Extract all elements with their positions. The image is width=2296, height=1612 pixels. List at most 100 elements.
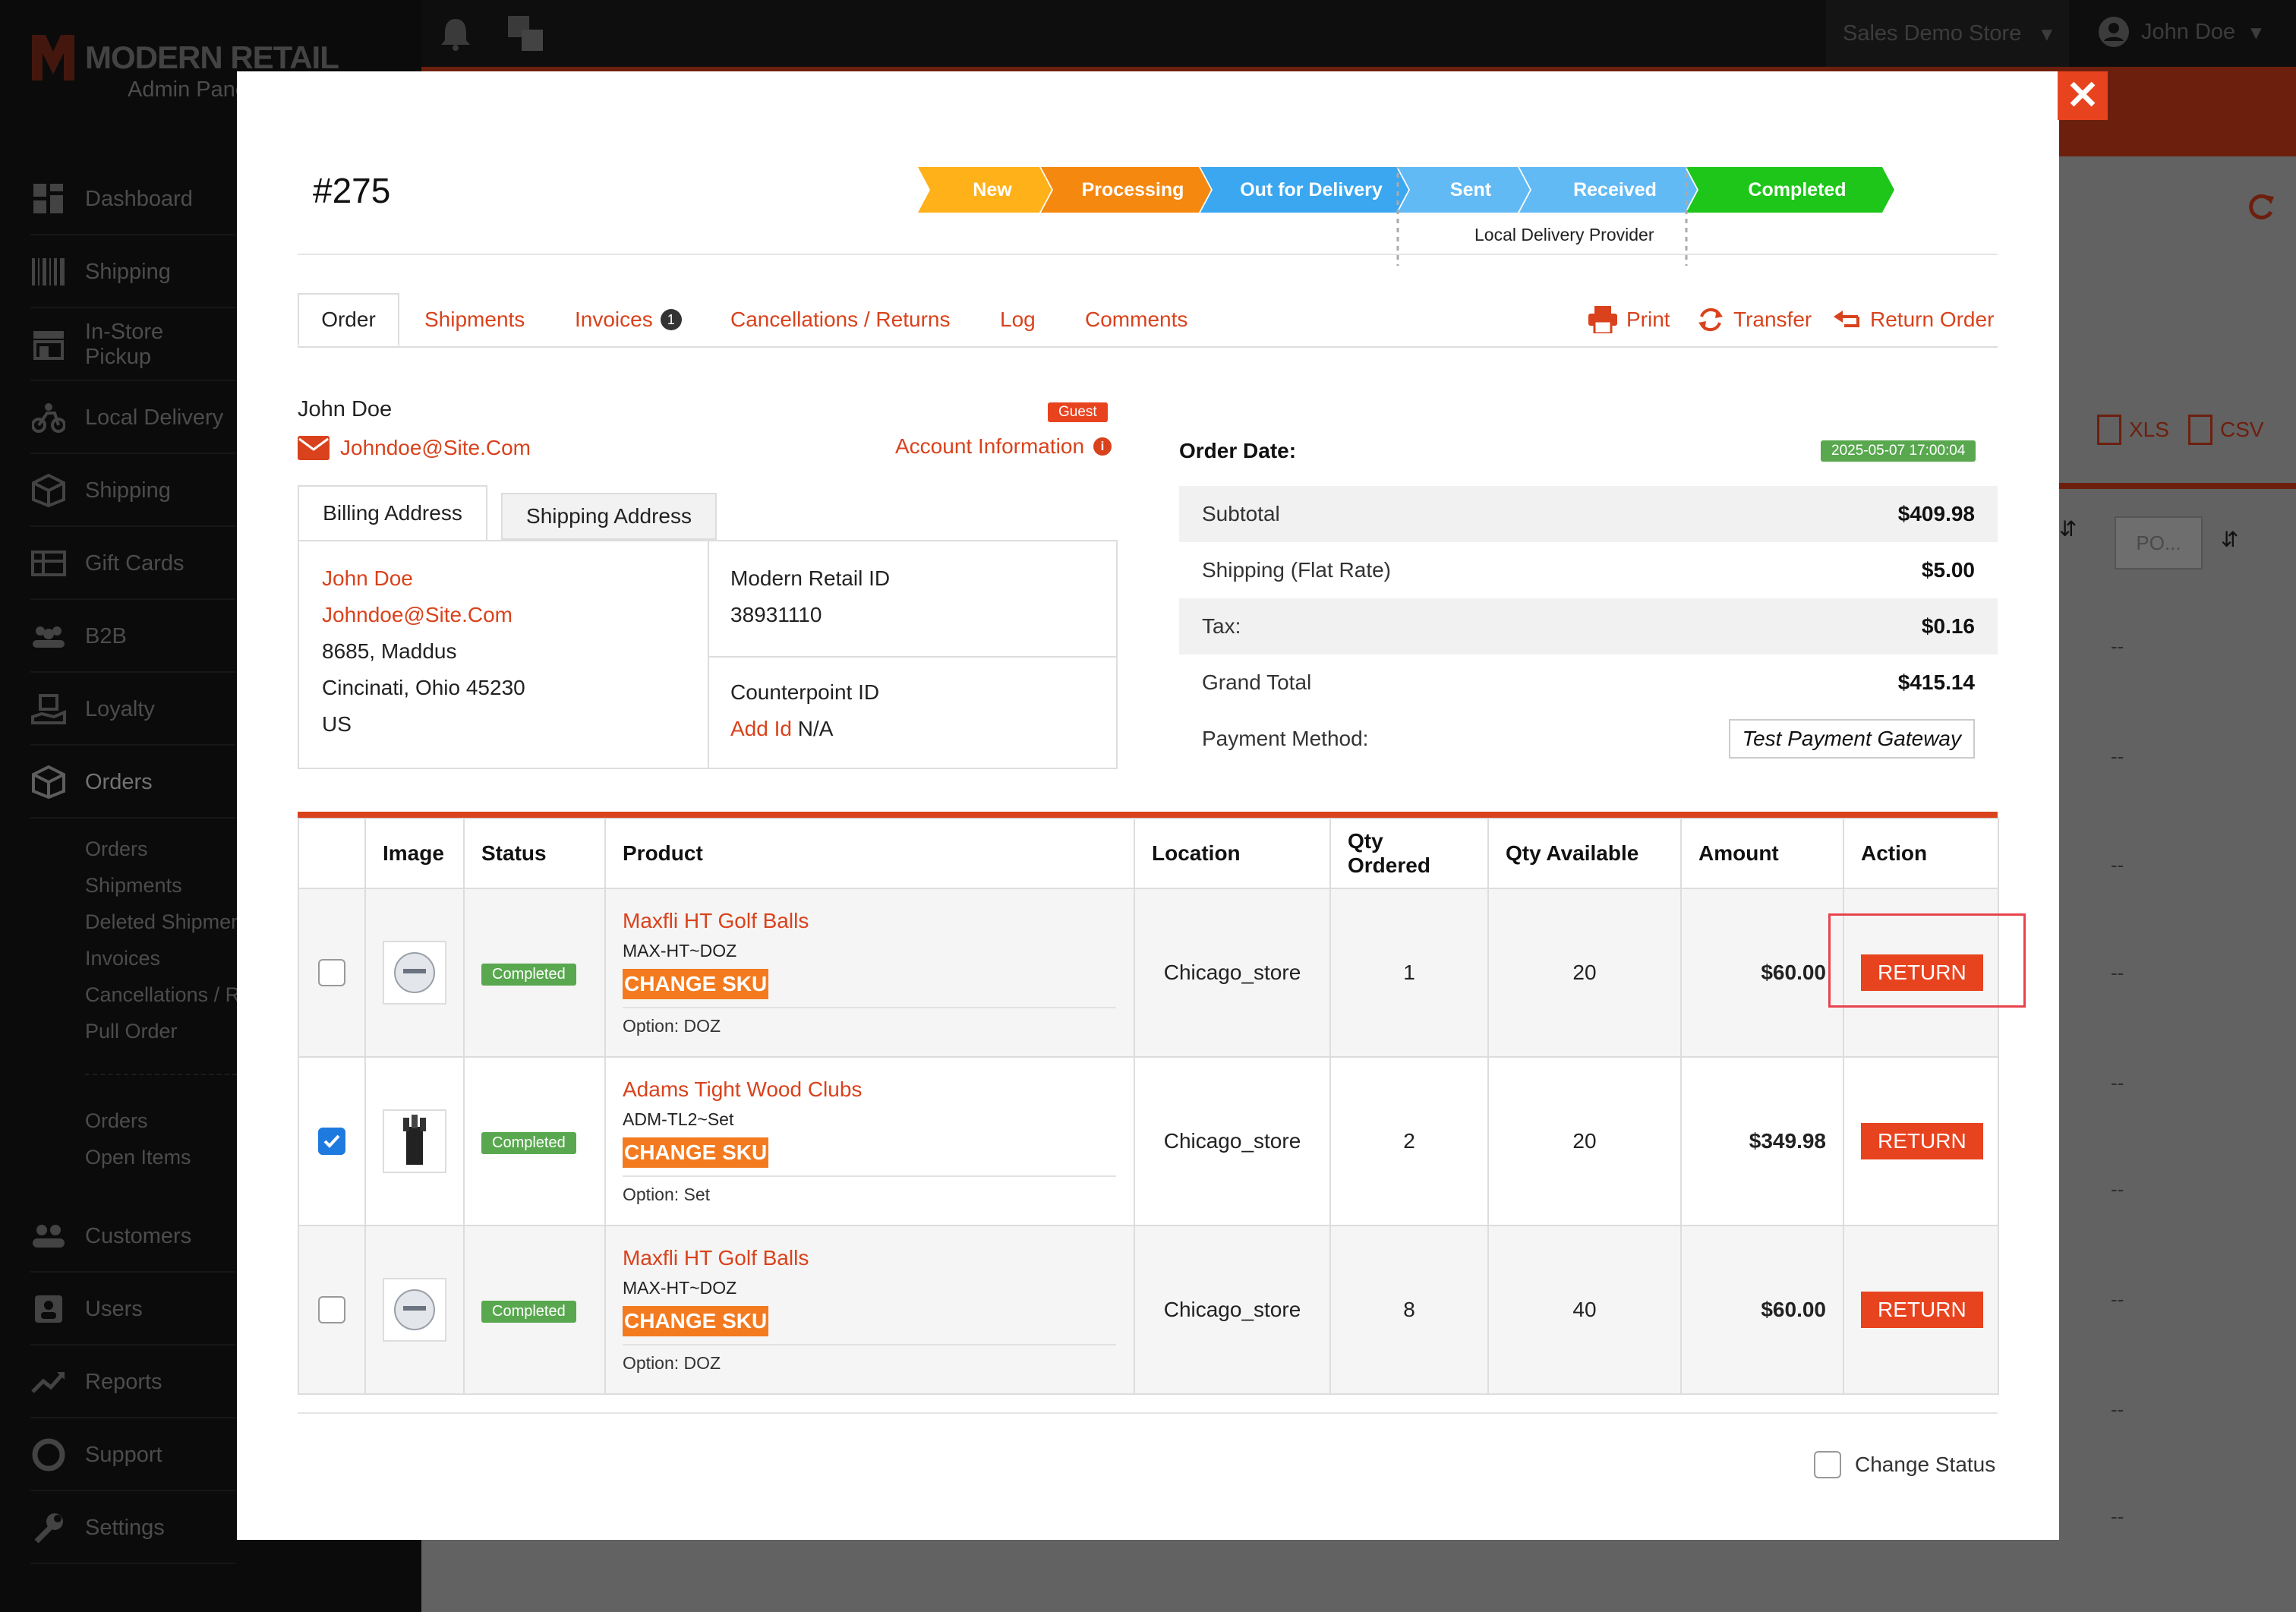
location-cell: Chicago_store	[1134, 1225, 1331, 1395]
return-button[interactable]: RETURN	[1861, 1123, 1983, 1159]
info-icon: i	[1093, 437, 1112, 456]
customer-email-link[interactable]: Johndoe@Site.Com	[298, 436, 531, 460]
product-thumbnail	[383, 1278, 446, 1342]
change-status-label: Change Status	[1855, 1453, 1996, 1476]
change-sku-button[interactable]: CHANGE SKU	[623, 1137, 769, 1168]
product-option: Option: DOZ	[623, 1344, 1116, 1374]
shipping-value: $5.00	[1921, 558, 1975, 582]
select-cell	[298, 888, 366, 1058]
product-option: Option: DOZ	[623, 1007, 1116, 1036]
table-row: Completed Maxfli HT Golf Balls MAX-HT~DO…	[298, 888, 1999, 1058]
header-divider	[298, 254, 1998, 255]
summary-tax-row: Tax: $0.16	[1179, 598, 1998, 655]
location-cell: Chicago_store	[1134, 888, 1331, 1058]
tax-label: Tax:	[1202, 614, 1241, 638]
col-amount: Amount	[1680, 818, 1844, 889]
qty-ordered-cell: 1	[1329, 888, 1489, 1058]
tab-billing-address[interactable]: Billing Address	[298, 485, 487, 540]
product-thumbnail	[383, 941, 446, 1005]
order-modal: #275 New Processing Out for Delivery Sen…	[237, 71, 2059, 1540]
tab-comments[interactable]: Comments	[1085, 293, 1187, 346]
product-sku: MAX-HT~DOZ	[623, 941, 737, 961]
product-name-link[interactable]: Maxfli HT Golf Balls	[623, 1246, 1117, 1270]
add-id-link[interactable]: Add Id	[730, 717, 792, 740]
status-cell: Completed	[463, 888, 606, 1058]
col-select	[298, 818, 366, 889]
transfer-label: Transfer	[1733, 308, 1812, 331]
summary-payment-row: Payment Method: Test Payment Gateway	[1179, 711, 1998, 767]
col-qty-available: Qty Available	[1487, 818, 1682, 889]
change-status-toggle[interactable]: Change Status	[1814, 1451, 1995, 1478]
row-checkbox[interactable]	[318, 1296, 345, 1323]
table-top-border	[298, 812, 1998, 818]
status-cell: Completed	[463, 1225, 606, 1395]
tab-invoices[interactable]: Invoices 1	[575, 293, 682, 346]
action-cell: RETURN	[1843, 1056, 1999, 1226]
return-arrow-icon	[1834, 311, 1859, 327]
customer-email: Johndoe@Site.Com	[340, 436, 531, 459]
product-cell: Maxfli HT Golf Balls MAX-HT~DOZ CHANGE S…	[604, 1225, 1135, 1395]
product-name-link[interactable]: Maxfli HT Golf Balls	[623, 909, 1117, 933]
table-row: Completed Maxfli HT Golf Balls MAX-HT~DO…	[298, 1225, 1999, 1395]
return-button[interactable]: RETURN	[1861, 1292, 1983, 1328]
tab-order[interactable]: Order	[298, 293, 399, 346]
envelope-icon	[298, 436, 330, 460]
row-checkbox[interactable]	[318, 959, 345, 986]
image-cell	[364, 1225, 465, 1395]
transfer-button[interactable]: Transfer	[1697, 293, 1812, 346]
shipping-label: Shipping (Flat Rate)	[1202, 558, 1392, 582]
product-name-link[interactable]: Adams Tight Wood Clubs	[623, 1077, 1117, 1102]
location-cell: Chicago_store	[1134, 1056, 1331, 1226]
subtotal-value: $409.98	[1897, 502, 1975, 525]
invoices-count-badge: 1	[660, 309, 682, 330]
summary-shipping-row: Shipping (Flat Rate) $5.00	[1179, 542, 1998, 598]
return-order-label: Return Order	[1870, 308, 1995, 331]
account-information-link[interactable]: Account Information i	[895, 434, 1112, 459]
tab-log[interactable]: Log	[1000, 293, 1036, 346]
product-cell: Adams Tight Wood Clubs ADM-TL2~Set CHANG…	[604, 1056, 1135, 1226]
select-cell	[298, 1056, 366, 1226]
col-qty-ordered: Qty Ordered	[1329, 818, 1489, 889]
account-information-label: Account Information	[895, 434, 1085, 458]
order-date-label: Order Date:	[1179, 439, 1297, 462]
tab-cancellations-returns[interactable]: Cancellations / Returns	[730, 293, 950, 346]
status-progress: New Processing Out for Delivery Sent Rec…	[237, 71, 2059, 269]
summary-total-row: Grand Total $415.14	[1179, 655, 1998, 711]
row-checkbox[interactable]	[318, 1128, 345, 1155]
step-sent: Sent	[1449, 178, 1492, 200]
product-thumbnail	[383, 1109, 446, 1173]
status-badge: Completed	[481, 964, 576, 986]
counterpoint-id-label: Counterpoint ID	[730, 680, 880, 704]
close-icon: ✕	[2066, 74, 2099, 118]
order-items-table: Image Status Product Location Qty Ordere…	[298, 818, 1999, 1395]
col-product: Product	[604, 818, 1135, 889]
change-sku-button[interactable]: CHANGE SKU	[623, 1306, 769, 1336]
payment-method-value: Test Payment Gateway	[1728, 719, 1975, 759]
change-sku-button[interactable]: CHANGE SKU	[623, 969, 769, 999]
billing-email-link[interactable]: Johndoe@Site.Com	[322, 603, 512, 627]
close-modal-button[interactable]: ✕	[2058, 71, 2108, 120]
printer-icon	[1588, 306, 1617, 333]
subtotal-label: Subtotal	[1202, 502, 1280, 525]
col-status: Status	[463, 818, 606, 889]
billing-country: US	[322, 712, 352, 736]
tab-invoices-label: Invoices	[575, 308, 653, 331]
billing-street: 8685, Maddus	[322, 639, 457, 663]
col-location: Location	[1134, 818, 1331, 889]
tab-shipping-address[interactable]: Shipping Address	[501, 493, 717, 540]
return-order-button[interactable]: Return Order	[1834, 293, 1994, 346]
qty-available-cell: 20	[1487, 1056, 1682, 1226]
modern-retail-id-value: 38931110	[730, 603, 822, 626]
highlight-box	[1828, 913, 2026, 1008]
change-status-checkbox[interactable]	[1814, 1451, 1841, 1478]
grand-total-value: $415.14	[1897, 670, 1975, 694]
image-cell	[364, 888, 465, 1058]
qty-ordered-cell: 8	[1329, 1225, 1489, 1395]
billing-name-link[interactable]: John Doe	[322, 566, 413, 591]
modern-retail-id-label: Modern Retail ID	[730, 566, 891, 590]
tab-shipments[interactable]: Shipments	[424, 293, 525, 346]
print-button[interactable]: Print	[1588, 293, 1670, 346]
customer-name: John Doe	[298, 397, 393, 421]
qty-available-cell: 20	[1487, 888, 1682, 1058]
product-option: Option: Set	[623, 1175, 1116, 1205]
